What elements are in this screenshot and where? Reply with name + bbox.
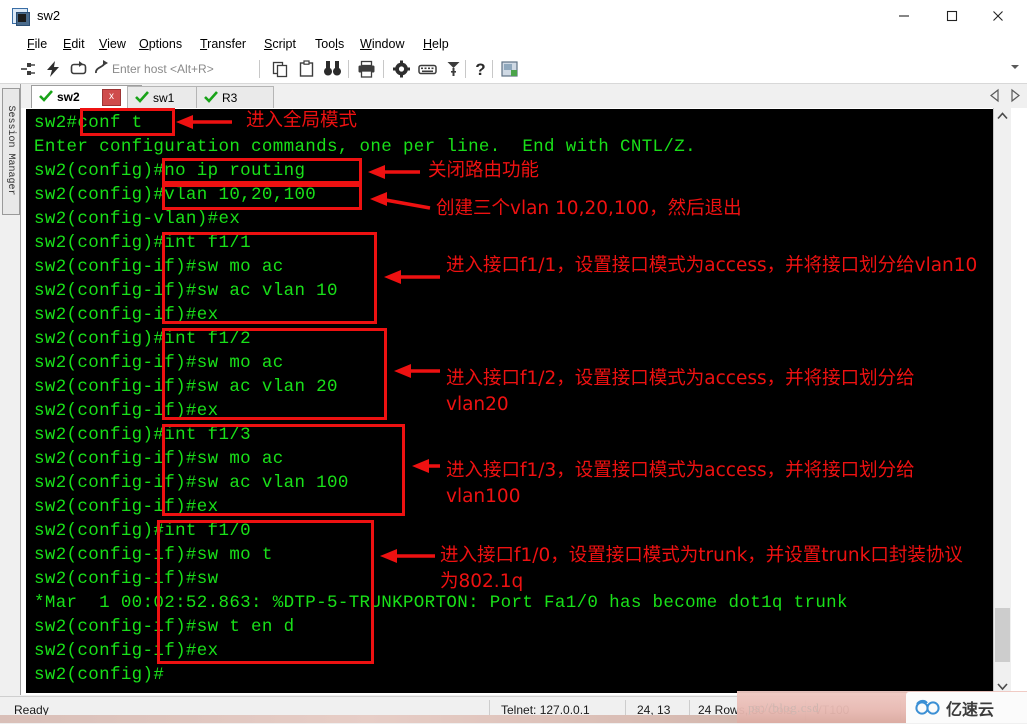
terminal-line: sw2(config-if)#ex xyxy=(34,641,219,661)
menu-script[interactable]: Script xyxy=(259,36,301,55)
terminal-line: sw2(config)# xyxy=(34,665,165,685)
terminal-line: *Mar 1 00:02:52.863: %DTP-5-TRUNKPORTON:… xyxy=(34,593,848,613)
watermark-text: 亿速云 xyxy=(946,699,995,719)
session-manager-label: Session Manager xyxy=(5,105,16,196)
tab-close-button[interactable]: x xyxy=(102,89,121,106)
menu-bar: File Edit View Options Transfer Script T… xyxy=(0,33,1027,55)
menu-window[interactable]: Window xyxy=(355,36,409,55)
settings-gear-icon[interactable] xyxy=(391,59,412,79)
terminal-line: sw2(config)#int f1/0 xyxy=(34,521,252,541)
connect-icon[interactable] xyxy=(18,59,39,79)
terminal-line: sw2(config)#no ip routing xyxy=(34,161,306,181)
menu-file[interactable]: File xyxy=(22,36,52,55)
menu-help[interactable]: Help xyxy=(418,36,454,55)
tab-next-arrow-icon[interactable] xyxy=(1007,88,1022,103)
connected-check-icon xyxy=(39,87,53,109)
connected-check-icon xyxy=(204,88,218,110)
window-title: sw2 xyxy=(37,8,61,23)
watermark-url: ps://blog.csd xyxy=(748,700,820,715)
paste-icon[interactable] xyxy=(296,59,317,79)
session-manager-rail: Session Manager xyxy=(0,84,21,695)
terminal-screen[interactable]: sw2#conf t Enter configuration commands, … xyxy=(26,109,993,693)
terminal-line: sw2(config)#vlan 10,20,100 xyxy=(34,185,317,205)
terminal-line: sw2(config-if)#sw mo ac xyxy=(34,449,284,469)
terminal-line: sw2(config)#int f1/1 xyxy=(34,233,252,253)
tab-r3[interactable]: R3 xyxy=(196,86,274,109)
terminal-line: sw2(config-if)#ex xyxy=(34,497,219,517)
menu-tools[interactable]: Tools xyxy=(310,36,349,55)
keyboard-icon[interactable] xyxy=(417,59,438,79)
terminal-line: sw2(config-vlan)#ex xyxy=(34,209,241,229)
terminal-line: sw2(config-if)#sw ac vlan 10 xyxy=(34,281,338,301)
tab-strip: sw2 x sw1 R3 xyxy=(21,84,1027,109)
terminal-line: sw2#conf t xyxy=(34,113,143,133)
key-icon[interactable] xyxy=(443,59,464,79)
menu-edit[interactable]: Edit xyxy=(58,36,90,55)
terminal-line: sw2(config-if)#sw xyxy=(34,569,219,589)
tab-r3-label: R3 xyxy=(222,91,238,105)
copy-icon[interactable] xyxy=(270,59,291,79)
menu-transfer[interactable]: Transfer xyxy=(195,36,251,55)
terminal-line: Enter configuration commands, one per li… xyxy=(34,137,696,157)
tab-sw2-label: sw2 xyxy=(57,90,80,104)
terminal-line: sw2(config-if)#sw mo ac xyxy=(34,257,284,277)
close-button[interactable] xyxy=(975,0,1020,31)
find-icon[interactable] xyxy=(322,59,343,79)
app-window-icon xyxy=(12,8,30,26)
toolbar: Enter host <Alt+R> ? xyxy=(0,55,1027,84)
print-icon[interactable] xyxy=(356,59,377,79)
watermark-badge: 亿速云 xyxy=(906,692,1027,723)
watermark-strip xyxy=(0,715,737,723)
menu-options[interactable]: Options xyxy=(134,36,187,55)
terminal-line: sw2(config-if)#sw ac vlan 100 xyxy=(34,473,349,493)
toolbar-overflow-chevron-icon[interactable] xyxy=(1011,65,1019,69)
maximize-button[interactable] xyxy=(929,0,974,31)
tab-prev-arrow-icon[interactable] xyxy=(988,88,1003,103)
enter-host-input[interactable]: Enter host <Alt+R> xyxy=(112,62,214,76)
terminal-line: sw2(config-if)#ex xyxy=(34,305,219,325)
reconnect-icon[interactable] xyxy=(68,59,89,79)
terminal-line: sw2(config-if)#sw mo ac xyxy=(34,353,284,373)
menu-view[interactable]: View xyxy=(94,36,131,55)
quick-connect-icon[interactable] xyxy=(43,59,64,79)
svg-text:?: ? xyxy=(475,60,485,79)
scroll-up-arrow-icon[interactable] xyxy=(994,108,1011,125)
crt-terminal-window: sw2 File Edit View Options Transfer Scri… xyxy=(0,0,1027,724)
title-bar: sw2 xyxy=(0,0,1027,34)
terminal-scrollbar[interactable] xyxy=(993,108,1011,695)
terminal-line: sw2(config-if)#sw mo t xyxy=(34,545,273,565)
terminal-pane: sw2#conf t Enter configuration commands, … xyxy=(21,108,1027,695)
tab-sw2[interactable]: sw2 xyxy=(31,85,142,109)
session-options-icon[interactable] xyxy=(499,59,520,79)
scrollbar-thumb[interactable] xyxy=(995,608,1010,662)
terminal-line: sw2(config)#int f1/2 xyxy=(34,329,252,349)
cloud-logo-icon xyxy=(915,699,940,715)
tab-sw1-label: sw1 xyxy=(153,91,175,105)
terminal-line: sw2(config-if)#ex xyxy=(34,401,219,421)
help-question-icon[interactable]: ? xyxy=(470,59,491,79)
connected-check-icon xyxy=(135,88,149,110)
disconnect-icon[interactable] xyxy=(91,59,112,79)
terminal-line: sw2(config)#int f1/3 xyxy=(34,425,252,445)
terminal-line: sw2(config-if)#sw ac vlan 20 xyxy=(34,377,338,397)
terminal-line: sw2(config-if)#sw t en d xyxy=(34,617,295,637)
minimize-button[interactable] xyxy=(881,0,926,31)
